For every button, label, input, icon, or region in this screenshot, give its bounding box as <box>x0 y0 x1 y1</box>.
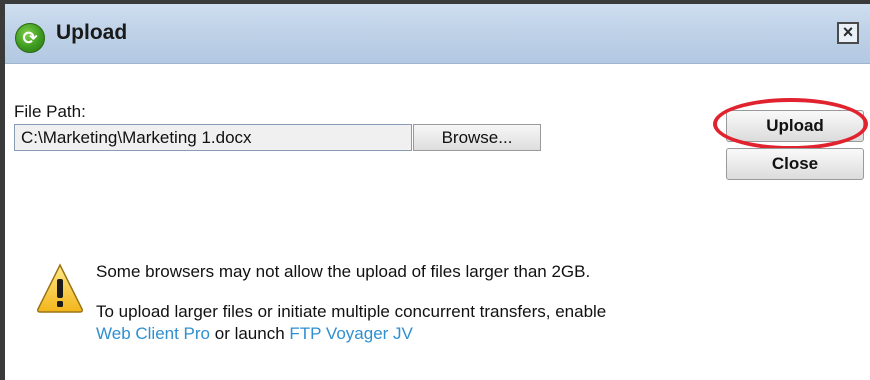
link-connector-text: or launch <box>210 324 290 343</box>
size-warning-text: Some browsers may not allow the upload o… <box>96 262 591 281</box>
dialog-title: Upload <box>56 21 128 44</box>
browse-button[interactable]: Browse... <box>413 124 541 151</box>
warning-icon <box>37 263 83 313</box>
app-logo-icon: ⟳ <box>15 23 45 53</box>
transfer-advice-links: Web Client Pro or launch FTP Voyager JV <box>96 324 413 344</box>
title-bar: ⟳ Upload × <box>5 0 870 64</box>
ftp-voyager-jv-link[interactable]: FTP Voyager JV <box>289 324 412 343</box>
close-button[interactable]: Close <box>726 148 864 180</box>
file-path-input[interactable] <box>14 124 412 151</box>
upload-dialog: ⟳ Upload × File Path: Browse... Upload C… <box>0 0 870 380</box>
web-client-pro-link[interactable]: Web Client Pro <box>96 324 210 343</box>
highlight-annotation <box>713 98 868 150</box>
transfer-advice-text: To upload larger files or initiate multi… <box>96 302 607 321</box>
file-path-label: File Path: <box>14 102 86 121</box>
close-icon[interactable]: × <box>837 22 859 44</box>
